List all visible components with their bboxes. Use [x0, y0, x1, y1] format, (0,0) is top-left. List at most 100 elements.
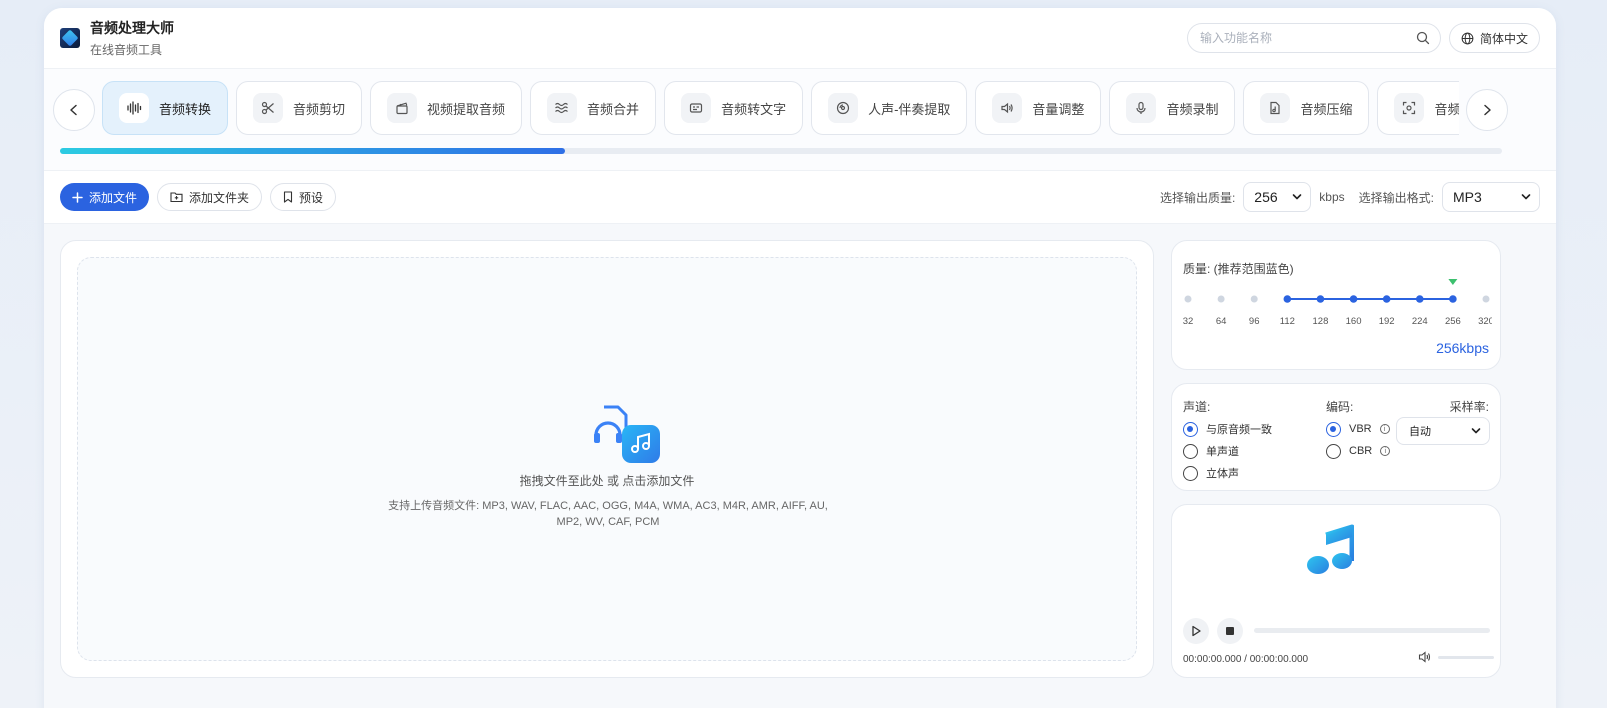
- folder-plus-icon: [170, 192, 183, 203]
- quality-slider[interactable]: 32 64 96 112 128 160 192 224 256 320: [1182, 279, 1492, 329]
- chevron-left-icon: [70, 104, 77, 116]
- file-drop-card: 拖拽文件至此处 或 点击添加文件 支持上传音频文件: MP3, WAV, FLA…: [60, 240, 1154, 678]
- quality-tick-dot[interactable]: [1217, 295, 1225, 303]
- tab-video-extract-audio[interactable]: 视频提取音频: [370, 81, 523, 135]
- output-format-label: 选择输出格式:: [1358, 190, 1434, 205]
- channel-settings-panel: 声道: 与原音频一致 单声道 立体声 编码: VBR i CBR i 采样率: …: [1171, 383, 1501, 491]
- volume-icon[interactable]: [1418, 651, 1432, 663]
- file-drop-zone[interactable]: 拖拽文件至此处 或 点击添加文件 支持上传音频文件: MP3, WAV, FLA…: [77, 257, 1137, 661]
- quality-tick-label: 128: [1313, 316, 1329, 327]
- quality-selected-marker: [1448, 279, 1458, 285]
- quality-tick-label: 112: [1280, 316, 1295, 327]
- play-button[interactable]: [1183, 618, 1209, 644]
- stop-button[interactable]: [1217, 618, 1243, 644]
- language-button[interactable]: 简体中文: [1448, 23, 1540, 53]
- output-quality-label: 选择输出质量:: [1159, 190, 1236, 205]
- header: 音频处理大师 在线音频工具 简体中文: [44, 8, 1556, 68]
- radio-button[interactable]: [1183, 443, 1198, 459]
- add-folder-button[interactable]: 添加文件夹: [157, 183, 263, 211]
- tabs-scroll-right-button[interactable]: [1466, 89, 1508, 131]
- tabs-scroll-progress[interactable]: [60, 148, 1502, 154]
- toolbar: 添加文件 添加文件夹 预设 选择输出质量: 256 kbps 选择输出格式: M…: [44, 170, 1556, 224]
- tab-audio-convert[interactable]: 音频转换: [102, 81, 229, 135]
- quality-tick-label: 96: [1249, 316, 1260, 327]
- quality-tick-dot[interactable]: [1415, 295, 1424, 303]
- encoding-option[interactable]: CBR i: [1326, 443, 1391, 459]
- quality-tick-dot[interactable]: [1283, 295, 1292, 303]
- tab-volume-adjust[interactable]: 音量调整: [975, 81, 1102, 135]
- quality-tick-dot[interactable]: [1316, 295, 1325, 303]
- quality-tick-dot[interactable]: [1449, 295, 1457, 303]
- output-format-select[interactable]: MP3: [1442, 182, 1540, 212]
- tab-audio-to-text[interactable]: 音频转文字: [664, 81, 804, 135]
- microphone-icon: [1126, 93, 1157, 123]
- waves-icon: [547, 93, 578, 123]
- add-file-button[interactable]: 添加文件: [60, 183, 150, 211]
- search-box[interactable]: [1186, 23, 1441, 53]
- tabs-scroll-left-button[interactable]: [53, 89, 95, 131]
- quality-label: 质量: (推荐范围蓝色): [1183, 262, 1294, 276]
- add-file-label: 添加文件: [89, 190, 138, 205]
- disc-icon: [828, 93, 859, 123]
- encoding-group: 编码: VBR i CBR i: [1326, 398, 1391, 459]
- waveform-icon: [119, 93, 149, 123]
- tab-audio-merge[interactable]: 音频合并: [530, 81, 657, 135]
- output-quality-select[interactable]: 256: [1243, 182, 1312, 212]
- app-window: 音频处理大师 在线音频工具 简体中文: [44, 8, 1556, 708]
- playback-time: 00:00:00.000 / 00:00:00.000: [1183, 654, 1309, 665]
- plus-icon: [72, 191, 83, 203]
- radio-button[interactable]: [1326, 443, 1341, 459]
- music-note-icon: [1307, 524, 1354, 574]
- scissors-icon: [253, 93, 284, 123]
- search-icon[interactable]: [1416, 31, 1430, 45]
- channel-option-label: 与原音频一致: [1206, 424, 1272, 436]
- tab-audio-cut[interactable]: 音频剪切: [236, 81, 363, 135]
- search-input[interactable]: [1199, 31, 1400, 45]
- tab-label: 音频合并: [587, 101, 640, 117]
- quality-tick-dot[interactable]: [1382, 295, 1391, 303]
- quality-tick-dot[interactable]: [1349, 295, 1358, 303]
- tab-audio-compress[interactable]: 音频压缩: [1243, 81, 1370, 135]
- channel-option-label: 立体声: [1206, 468, 1239, 480]
- chevron-right-icon: [1484, 104, 1491, 116]
- preset-button[interactable]: 预设: [270, 183, 337, 211]
- sample-rate-select[interactable]: 自动: [1396, 417, 1490, 445]
- tab-vocal-extract[interactable]: 人声-伴奏提取: [811, 81, 968, 135]
- language-label: 简体中文: [1479, 31, 1528, 46]
- seek-bar[interactable]: [1254, 628, 1490, 633]
- channel-option[interactable]: 立体声: [1183, 465, 1272, 481]
- quality-tick-label: 256: [1445, 316, 1461, 327]
- tab-label: 视频提取音频: [427, 101, 506, 117]
- quality-tick-dot[interactable]: [1250, 295, 1258, 303]
- tool-tabs-bar: 音频转换 音频剪切 视频提取音频 音频合并 音频转文字 人声-伴奏提取 音量调整…: [44, 68, 1556, 170]
- quality-tick-label: 224: [1412, 316, 1428, 327]
- globe-icon: [1461, 32, 1474, 44]
- quality-tick-label: 320: [1478, 316, 1492, 327]
- radio-button[interactable]: [1326, 421, 1341, 437]
- tab-audio-record[interactable]: 音频录制: [1109, 81, 1236, 135]
- channel-option[interactable]: 单声道: [1183, 443, 1272, 459]
- tab-label: 音频压缩: [1300, 101, 1353, 117]
- volume-control: [1418, 651, 1494, 663]
- tab-label: 音频转换: [159, 101, 212, 117]
- quality-tick-label: 32: [1183, 316, 1194, 327]
- tab-label: 人声-伴奏提取: [868, 101, 951, 117]
- encoding-option-label: CBR: [1349, 445, 1373, 457]
- chevron-down-icon: [1521, 194, 1531, 200]
- app-title: 音频处理大师: [90, 20, 174, 36]
- tab-label: 音频剪切: [293, 101, 346, 117]
- encoding-option[interactable]: VBR i: [1326, 421, 1390, 437]
- channel-option[interactable]: 与原音频一致: [1183, 421, 1272, 437]
- add-folder-label: 添加文件夹: [189, 190, 250, 205]
- quality-tick-dot[interactable]: [1184, 295, 1192, 303]
- radio-button[interactable]: [1183, 465, 1198, 481]
- info-icon[interactable]: i: [1380, 446, 1391, 456]
- supported-formats-text: 支持上传音频文件: MP3, WAV, FLAC, AAC, OGG, M4A,…: [388, 500, 828, 528]
- tab-label: 音频降噪: [1434, 101, 1459, 117]
- tab-audio-denoise[interactable]: 音频降噪: [1377, 81, 1459, 135]
- quality-tick-dot[interactable]: [1482, 295, 1490, 303]
- volume-slider[interactable]: [1438, 655, 1494, 659]
- tabs-scroll-progress-fill: [60, 148, 565, 154]
- radio-button[interactable]: [1183, 421, 1198, 437]
- info-icon[interactable]: i: [1379, 424, 1390, 434]
